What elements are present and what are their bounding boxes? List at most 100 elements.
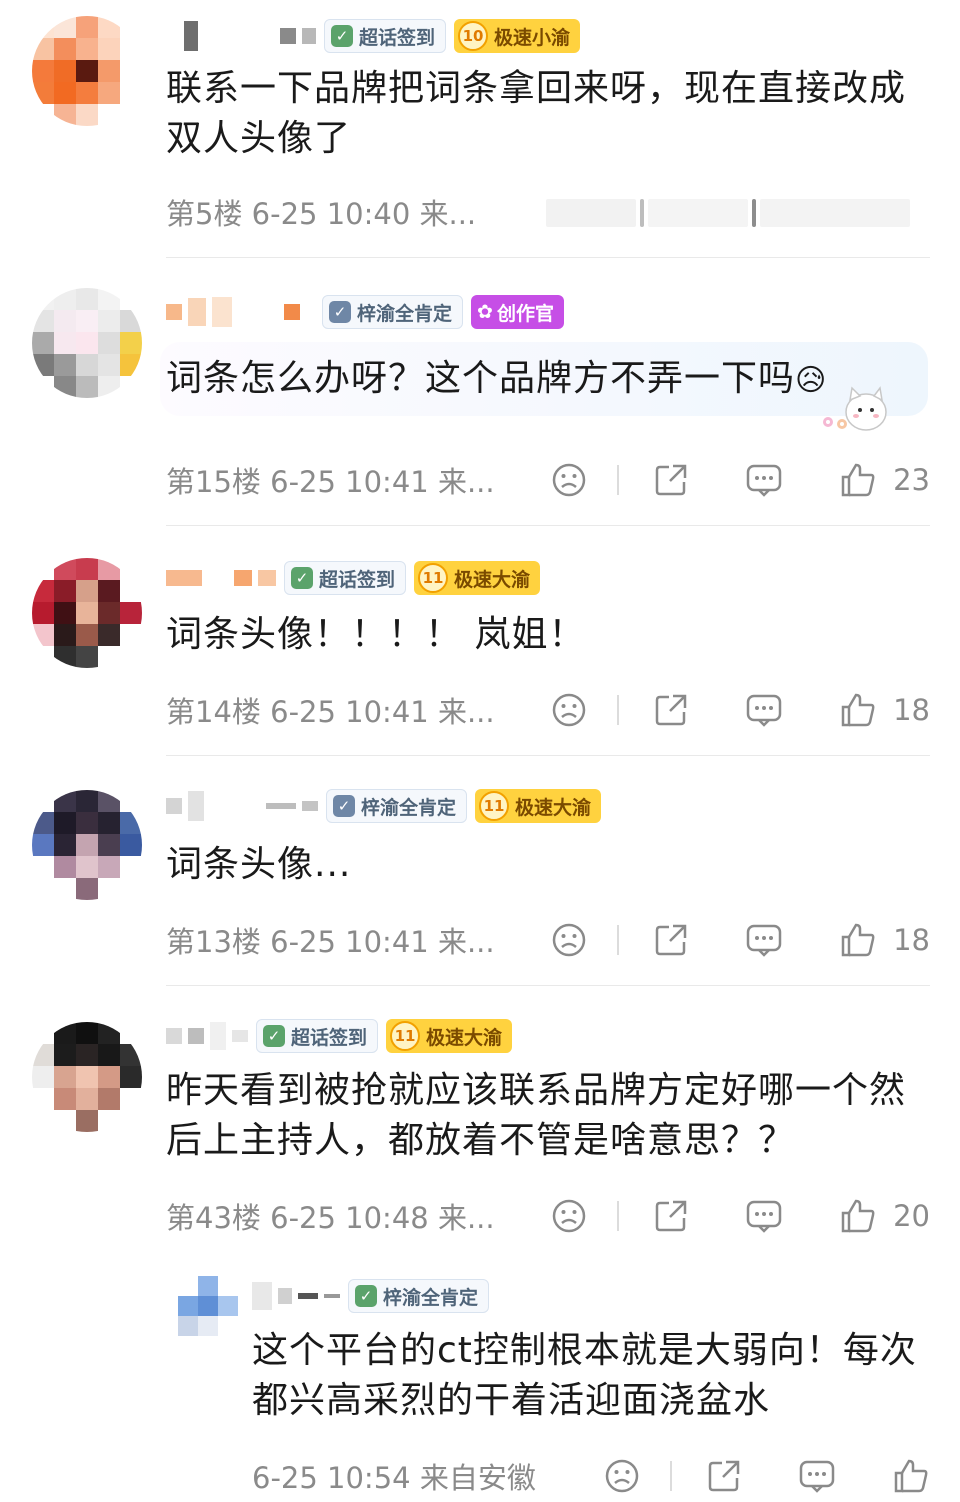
checkin-icon: ✓ — [333, 795, 355, 817]
sad-face-icon[interactable] — [551, 922, 587, 958]
share-icon[interactable] — [653, 1198, 689, 1234]
checkin-icon: ✓ — [291, 567, 313, 589]
comment-text: 联系一下品牌把词条拿回来呀，现在直接改成双人头像了 — [166, 68, 907, 159]
like-icon — [841, 1199, 875, 1233]
checkin-icon: ✓ — [329, 301, 351, 323]
like-button[interactable]: 18 — [839, 921, 930, 959]
share-icon[interactable] — [653, 692, 689, 728]
time-location: 6-25 10:54 来自安徽 — [252, 1461, 536, 1495]
badge-label: 梓渝全肯定 — [361, 796, 457, 819]
separator — [617, 465, 620, 495]
like-icon — [841, 693, 875, 727]
avatar[interactable] — [32, 288, 142, 398]
avatar[interactable] — [32, 1022, 142, 1132]
topic-badge[interactable]: ✓ 梓渝全肯定 — [348, 1279, 490, 1313]
comment-icon[interactable] — [745, 922, 783, 958]
action-bar: 20 — [551, 1197, 930, 1235]
username[interactable] — [166, 570, 276, 586]
level-badge[interactable]: 11 极速大渝 — [414, 561, 541, 595]
username[interactable] — [166, 21, 316, 51]
like-button[interactable]: 20 — [839, 1197, 930, 1235]
floor-time: 第43楼 6-25 10:48 来... — [166, 1201, 495, 1235]
level-number: 11 — [479, 791, 510, 821]
level-badge[interactable]: 11 极速大渝 — [475, 789, 602, 823]
like-icon — [841, 463, 875, 497]
level-number: 10 — [458, 21, 489, 51]
cat-sticker-icon — [823, 386, 887, 431]
comment-text: 词条怎么办呀？这个品牌方不弄一下吗😥 — [166, 354, 926, 406]
like-button[interactable]: 23 — [839, 461, 930, 499]
comment-text: 词条头像... — [166, 844, 352, 885]
like-button[interactable]: 18 — [839, 691, 930, 729]
level-number: 11 — [390, 1021, 421, 1051]
comment-text: 昨天看到被抢就应该联系品牌方定好哪一个然后上主持人，都放着不管是啥意思？？ — [166, 1070, 907, 1161]
user-line: ✓ 超话签到 11 极速大渝 — [166, 560, 541, 596]
level-label: 极速大渝 — [426, 1026, 503, 1049]
blurred-region — [546, 198, 910, 228]
comment-item: ✓ 超话签到 10 极速小渝 联系一下品牌把词条拿回来呀，现在直接改成双人头像了… — [0, 0, 960, 258]
avatar[interactable] — [32, 790, 142, 900]
username[interactable] — [166, 297, 300, 327]
comment-icon[interactable] — [745, 462, 783, 498]
action-bar — [604, 1457, 930, 1495]
checkin-icon: ✓ — [355, 1285, 377, 1307]
badge-label: 超话签到 — [291, 1026, 368, 1049]
comment-icon[interactable] — [798, 1458, 836, 1494]
comment-text-body: 词条怎么办呀？这个品牌方不弄一下吗 — [166, 358, 796, 399]
creator-badge[interactable]: ✿ 创作官 — [471, 295, 564, 329]
floor-time: 第5楼 6-25 10:40 来... — [166, 197, 477, 231]
badge-label: 超话签到 — [359, 26, 436, 49]
topic-badge[interactable]: ✓ 梓渝全肯定 — [326, 789, 468, 823]
badge-label: 超话签到 — [319, 568, 396, 591]
comment-item: ✓ 超话签到 11 极速大渝 词条头像！！！！ 岚姐！ 第14楼 6-25 10… — [0, 526, 960, 756]
avatar[interactable] — [32, 558, 142, 668]
comment-meta: 第14楼 6-25 10:41 来... 18 — [166, 688, 930, 732]
floor-time: 第13楼 6-25 10:41 来... — [166, 925, 495, 959]
floor-time: 第15楼 6-25 10:41 来... — [166, 465, 495, 499]
checkin-icon: ✓ — [263, 1025, 285, 1047]
comment-text: 词条头像！！！！ 岚姐！ — [166, 614, 586, 655]
level-number: 11 — [418, 563, 449, 593]
floor-time: 第14楼 6-25 10:41 来... — [166, 695, 495, 729]
user-line: ✓ 超话签到 10 极速小渝 — [166, 18, 581, 54]
like-icon — [841, 923, 875, 957]
comment-icon[interactable] — [745, 692, 783, 728]
topic-badge[interactable]: ✓ 超话签到 — [324, 19, 447, 53]
username[interactable] — [166, 791, 318, 821]
comment-item: ✓ 梓渝全肯定 11 极速大渝 词条头像... 第13楼 6-25 10:41 … — [0, 756, 960, 986]
username[interactable] — [166, 1022, 248, 1050]
like-button[interactable] — [892, 1457, 930, 1495]
separator — [670, 1461, 672, 1491]
action-bar: 18 — [551, 921, 930, 959]
topic-badge[interactable]: ✓ 超话签到 — [284, 561, 407, 595]
sad-face-icon[interactable] — [551, 1198, 587, 1234]
share-icon[interactable] — [706, 1458, 742, 1494]
sad-face-icon[interactable] — [604, 1458, 640, 1494]
sad-face-icon[interactable] — [551, 462, 587, 498]
reply-meta: 6-25 10:54 来自安徽 — [252, 1454, 930, 1498]
comment-icon[interactable] — [745, 1198, 783, 1234]
comment-item: ✓ 超话签到 11 极速大渝 昨天看到被抢就应该联系品牌方定好哪一个然后上主持人… — [0, 986, 960, 1262]
like-count: 23 — [893, 463, 930, 497]
reply-item: ✓ 梓渝全肯定 这个平台的ct控制根本就是大弱向！每次都兴高采烈的干着活迎面浇盆… — [0, 1262, 960, 1502]
badge-label: 创作官 — [496, 302, 554, 325]
comment-meta: 第43楼 6-25 10:48 来... 20 — [166, 1194, 930, 1238]
share-icon[interactable] — [653, 922, 689, 958]
separator — [617, 695, 620, 725]
share-icon[interactable] — [653, 462, 689, 498]
topic-badge[interactable]: ✓ 梓渝全肯定 — [322, 295, 464, 329]
checkin-icon: ✓ — [331, 25, 353, 47]
comment-meta: 第13楼 6-25 10:41 来... 18 — [166, 918, 930, 962]
like-count: 18 — [893, 923, 930, 957]
user-line: ✓ 梓渝全肯定 ✿ 创作官 — [166, 294, 564, 330]
sad-face-icon[interactable] — [551, 692, 587, 728]
level-label: 极速大渝 — [454, 568, 531, 591]
user-line: ✓ 梓渝全肯定 — [252, 1278, 490, 1314]
topic-badge[interactable]: ✓ 超话签到 — [256, 1019, 379, 1053]
username[interactable] — [252, 1282, 340, 1310]
level-badge[interactable]: 11 极速大渝 — [386, 1019, 513, 1053]
badge-label: 梓渝全肯定 — [383, 1286, 479, 1309]
level-badge[interactable]: 10 极速小渝 — [454, 19, 581, 53]
avatar[interactable] — [178, 1276, 238, 1336]
avatar[interactable] — [32, 16, 142, 126]
